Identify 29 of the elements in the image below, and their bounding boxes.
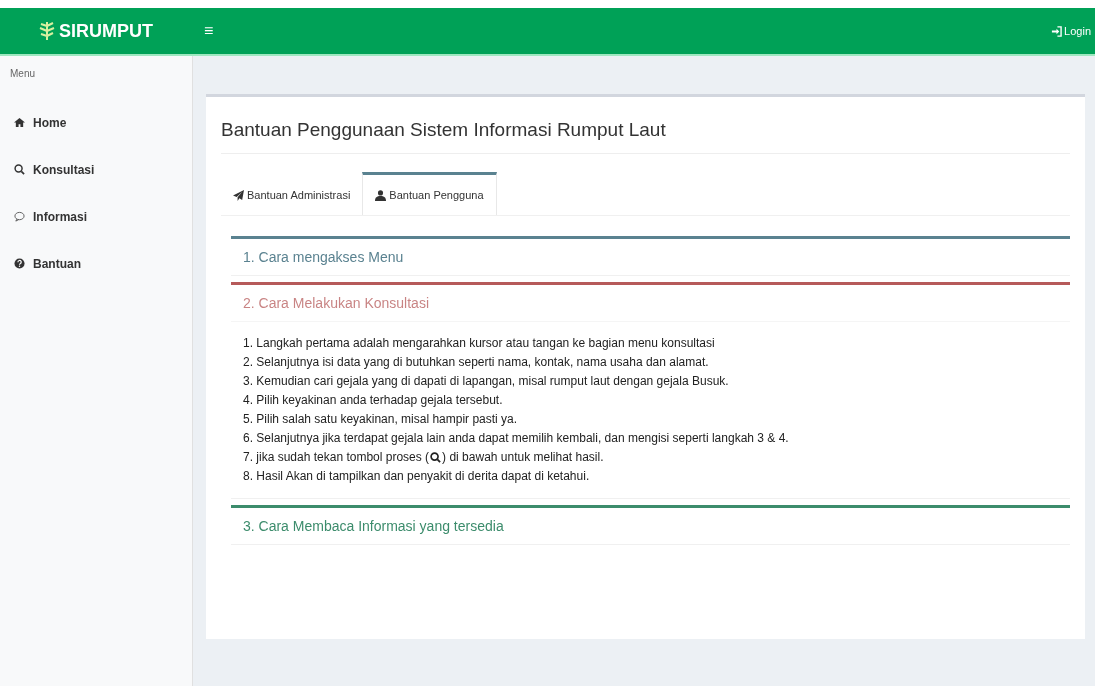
step-text: ) di bawah untuk melihat hasil. [442, 449, 604, 466]
panel-heading[interactable]: 1. Cara mengakses Menu [231, 239, 1070, 275]
sidebar-item[interactable]: Home [0, 99, 192, 146]
search-icon [14, 164, 25, 175]
step-text: 2. Selanjutnya isi data yang di butuhkan seperti nama, kontak, nama usaha dan alamat. [243, 354, 709, 371]
paper-plane-icon [233, 189, 244, 201]
step-text: 1. Langkah pertama adalah mengarahkan kursor atau tangan ke bagian menu konsultasi [243, 335, 715, 352]
step-text: 7. jika sudah tekan tombol proses ( [243, 449, 430, 466]
sidebar-heading: Menu [9, 67, 36, 81]
help-icon [14, 258, 25, 269]
sidebar-item[interactable]: Konsultasi [0, 146, 192, 193]
step-text: 4. Pilih keyakinan anda terhadap gejala tersebut. [243, 392, 503, 409]
step-text: 8. Hasil Akan di tampilkan dan penyakit di derita dapat di ketahui. [243, 468, 590, 485]
step-text: 5. Pilih salah satu keyakinan, misal hampir pasti ya. [243, 411, 518, 428]
speech-bubble-icon [14, 211, 25, 222]
page-title: Bantuan Penggunaan Sistem Informasi Rumput Laut [221, 97, 1070, 154]
step-text: 3. Kemudian cari gejala yang di dapati di lapangan, misal rumput laut dengan gejala Busuk. [243, 373, 729, 390]
tab[interactable]: Bantuan Administrasi [221, 172, 363, 215]
panel-heading[interactable]: 3. Cara Membaca Informasi yang tersedia [231, 508, 1070, 544]
search-icon [430, 452, 442, 463]
user-icon [375, 189, 387, 201]
sign-in-icon [1051, 25, 1063, 37]
leaf-icon [39, 22, 55, 40]
step-text: 6. Selanjutnya jika terdapat gejala lain anda dapat memilih kembali, dan mengisi seperti langkah 3 & 4. [243, 430, 789, 447]
sidebar-item[interactable]: Informasi [0, 193, 192, 240]
brand-name: SIRUMPUT [59, 20, 153, 42]
tab[interactable]: Bantuan Pengguna [362, 172, 497, 215]
sidebar-item[interactable]: Bantuan [0, 240, 192, 287]
home-icon [14, 117, 25, 128]
